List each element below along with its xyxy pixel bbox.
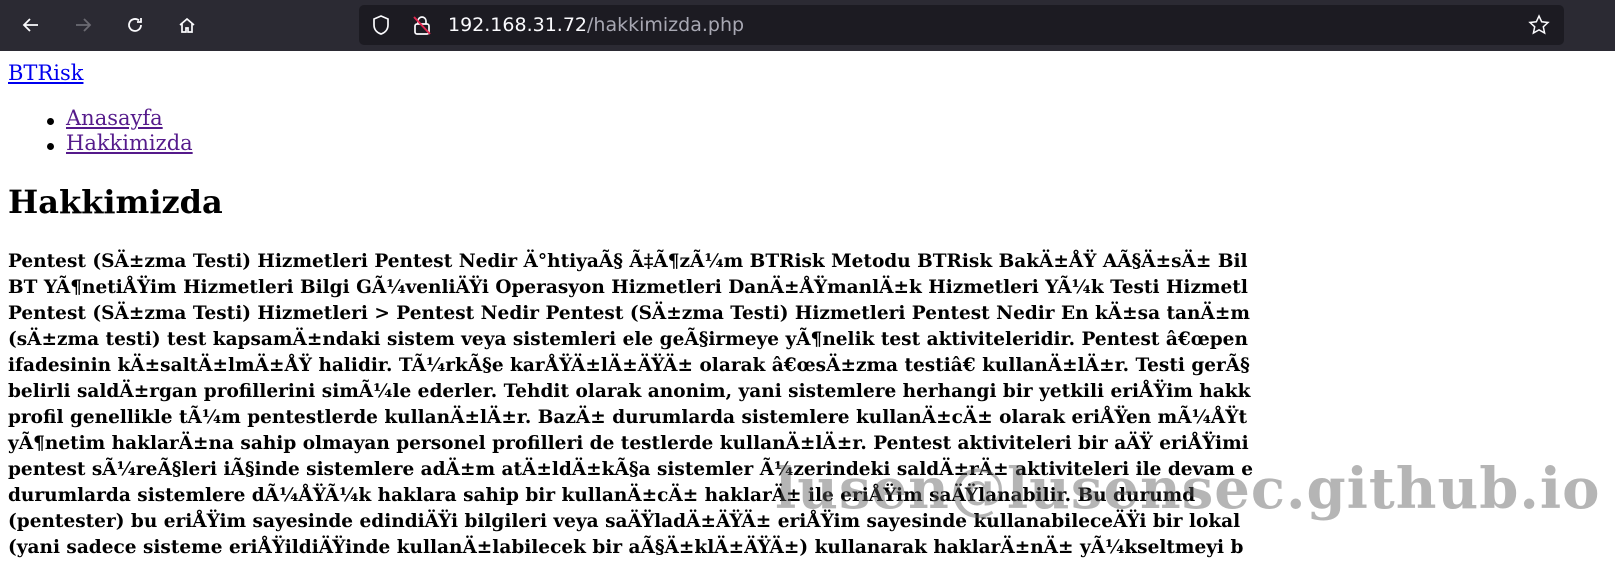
url-path: /hakkimizda.php — [587, 14, 745, 36]
text-line: yÃ¶netim haklarÄ±na sahip olmayan person… — [8, 433, 1249, 454]
text-line: ifadesinin kÄ±saltÄ±lmÄ±ÅŸ halidir. TÃ¼r… — [8, 355, 1250, 376]
back-icon — [22, 18, 38, 32]
home-icon — [179, 17, 195, 33]
text-line: Pentest (SÄ±zma Testi) Hizmetleri Pentes… — [8, 251, 1248, 272]
text-line: Pentest (SÄ±zma Testi) Hizmetleri > Pent… — [8, 303, 1250, 324]
bookmark-star-icon[interactable] — [1528, 14, 1550, 36]
text-line: profil genellikle tÃ¼m pentestlerde kull… — [8, 407, 1247, 428]
forward-icon — [76, 18, 92, 32]
url-text[interactable]: 192.168.31.72/hakkimizda.php — [448, 14, 744, 36]
text-line: pentest sÃ¼reÃ§leri iÃ§inde sistemlere a… — [8, 459, 1254, 480]
forward-button[interactable] — [66, 8, 100, 42]
shield-icon[interactable] — [370, 14, 392, 36]
home-button[interactable] — [170, 8, 204, 42]
site-home-link[interactable]: BTRisk — [8, 61, 83, 85]
insecure-lock-icon[interactable] — [411, 14, 433, 36]
url-bar[interactable]: 192.168.31.72/hakkimizda.php — [359, 5, 1564, 45]
menu-link-hakkimizda[interactable]: Hakkimizda — [66, 131, 193, 155]
browser-toolbar: 192.168.31.72/hakkimizda.php — [0, 0, 1615, 51]
reload-icon — [128, 18, 142, 32]
text-line: (sÄ±zma testi) test kapsamÄ±ndaki sistem… — [8, 329, 1248, 350]
url-host: 192.168.31.72 — [448, 14, 588, 36]
text-line: (pentester) bu eriÅŸim sayesinde edindiÄ… — [8, 511, 1241, 532]
text-line: belirli saldÄ±rgan profillerini simÃ¼le … — [8, 381, 1251, 402]
text-line: durumlarda sistemlere dÃ¼ÅŸÃ¼k haklara s… — [8, 485, 1196, 506]
page-content: BTRisk Anasayfa Hakkimizda Hakkimizda Pe… — [0, 51, 1615, 566]
text-line: BT YÃ¶netiÅŸim Hizmetleri Bilgi GÃ¼venli… — [8, 277, 1248, 298]
back-button[interactable] — [14, 8, 48, 42]
reload-button[interactable] — [118, 8, 152, 42]
page-title: Hakkimizda — [8, 183, 223, 221]
menu-link-anasayfa[interactable]: Anasayfa — [66, 106, 163, 130]
about-text: Pentest (SÄ±zma Testi) Hizmetleri Pentes… — [8, 249, 1253, 561]
text-line: (yani sadece sisteme eriÅŸildiÄŸinde kul… — [8, 537, 1244, 558]
